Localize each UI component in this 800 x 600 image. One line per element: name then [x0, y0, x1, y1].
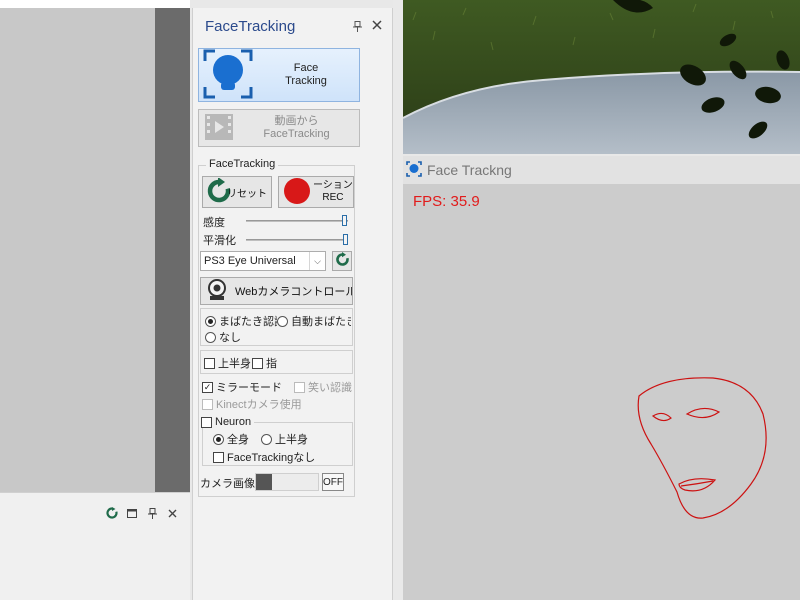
face-tracking-button[interactable]: Face Tracking — [198, 48, 360, 102]
neuron-label: Neuron — [215, 416, 252, 428]
upper-body-checkbox[interactable] — [204, 357, 215, 369]
smile-label: 笑い認識 — [308, 382, 352, 394]
preview-title: Face Trackng — [427, 162, 512, 178]
pin-icon[interactable] — [353, 21, 362, 35]
smoothing-slider-thumb[interactable] — [343, 234, 348, 245]
preview-titlebar: Face Trackng — [403, 156, 800, 184]
motion-rec-button[interactable]: ーション REC — [278, 176, 354, 208]
pin-icon[interactable] — [146, 507, 158, 519]
fingers-checkbox[interactable] — [252, 357, 263, 369]
blink-option-recognition[interactable]: まばたき認識 — [205, 313, 277, 329]
video-facetracking-label: 動画から FaceTracking — [263, 115, 330, 140]
face-mesh-outline — [637, 377, 767, 519]
sensitivity-slider-thumb[interactable] — [342, 215, 347, 226]
kinect-checkbox[interactable] — [202, 398, 213, 410]
motion-rec-label: ーション REC — [313, 180, 353, 203]
webcam-icon — [207, 278, 227, 304]
scene-preview — [403, 0, 800, 154]
sensitivity-slider[interactable] — [246, 220, 348, 222]
blink-auto-label: 自動まばたき — [291, 316, 351, 328]
facetracking-panel: FaceTracking Face Tracking 動画から FaceTrac… — [192, 8, 393, 600]
camera-image-toggle[interactable] — [255, 473, 319, 491]
video-facetracking-button[interactable]: 動画から FaceTracking — [198, 109, 360, 147]
blink-option-none[interactable]: なし — [205, 329, 241, 345]
film-icon — [204, 112, 234, 145]
viewport-side-panel — [155, 8, 190, 492]
face-tracking-icon — [406, 160, 422, 180]
reset-label: リセット — [227, 188, 267, 200]
webcam-control-button[interactable]: Webカメラコントロール — [200, 277, 353, 305]
chevron-down-icon[interactable]: ⌵ — [309, 252, 325, 270]
blink-none-label: なし — [219, 332, 241, 344]
camera-select-value: PS3 Eye Universal — [204, 255, 296, 267]
no-facetracking-checkbox[interactable] — [213, 451, 224, 463]
blink-recognition-label: まばたき認識 — [219, 316, 277, 328]
close-icon[interactable] — [372, 18, 382, 34]
refresh-icon[interactable] — [106, 507, 118, 519]
webcam-control-label: Webカメラコントロール — [235, 286, 353, 298]
neuron-fullbody-label: 全身 — [227, 434, 249, 446]
fingers-option[interactable]: 指 — [252, 355, 277, 371]
smoothing-slider[interactable] — [246, 239, 348, 241]
neuron-upperbody-option[interactable]: 上半身 — [261, 431, 308, 447]
camera-image-label: カメラ画像 — [200, 478, 255, 490]
no-facetracking-option[interactable]: FaceTrackingなし — [213, 449, 315, 465]
camera-select[interactable]: PS3 Eye Universal ⌵ — [200, 251, 326, 271]
group-legend: FaceTracking — [206, 158, 279, 170]
camera-refresh-button[interactable] — [332, 251, 352, 271]
neuron-upperbody-radio[interactable] — [261, 433, 272, 445]
reset-button[interactable]: リセット — [202, 176, 272, 208]
blink-recognition-radio[interactable] — [205, 315, 216, 327]
record-icon — [283, 177, 311, 207]
lower-dock-toolbar — [106, 507, 178, 519]
neuron-fullbody-radio[interactable] — [213, 433, 224, 445]
blink-auto-radio[interactable] — [277, 315, 288, 327]
face-tracking-label: Face Tracking — [285, 62, 327, 87]
smile-option[interactable]: 笑い認識 — [294, 379, 354, 395]
neuron-fullbody-option[interactable]: 全身 — [213, 431, 249, 447]
smoothing-label: 平滑化 — [203, 234, 236, 247]
upper-body-option[interactable]: 上半身 — [204, 355, 252, 371]
kinect-option[interactable]: Kinectカメラ使用 — [202, 396, 302, 412]
panel-title: FaceTracking — [205, 18, 296, 35]
mirror-mode-label: ミラーモード — [216, 382, 282, 394]
neuron-upperbody-label: 上半身 — [275, 434, 308, 446]
toggle-knob[interactable] — [256, 474, 272, 490]
neuron-option[interactable]: Neuron — [201, 416, 255, 428]
mirror-mode-checkbox[interactable]: ✓ — [202, 381, 213, 393]
splitter[interactable] — [393, 0, 403, 600]
sensitivity-label: 感度 — [203, 216, 225, 229]
close-icon[interactable] — [166, 507, 178, 519]
left-top-strip — [0, 0, 190, 8]
upper-body-label: 上半身 — [218, 358, 251, 370]
kinect-label: Kinectカメラ使用 — [216, 399, 302, 411]
blink-option-auto[interactable]: 自動まばたき — [277, 313, 351, 329]
fingers-label: 指 — [266, 358, 277, 370]
neuron-checkbox[interactable] — [201, 416, 212, 428]
face-tracking-icon — [203, 49, 253, 102]
camera-image-state: OFF — [322, 473, 344, 491]
no-facetracking-label: FaceTrackingなし — [227, 452, 316, 464]
maximize-icon[interactable] — [126, 507, 138, 519]
mirror-mode-option[interactable]: ✓ ミラーモード — [202, 379, 282, 395]
lower-dock-panel — [0, 492, 190, 600]
face-tracking-preview-window: Face Trackng FPS: 35.9 — [403, 156, 800, 600]
viewport-canvas[interactable] — [0, 8, 155, 492]
smile-checkbox[interactable] — [294, 381, 305, 393]
blink-none-radio[interactable] — [205, 331, 216, 343]
fps-readout: FPS: 35.9 — [413, 193, 480, 210]
refresh-icon — [335, 252, 350, 270]
